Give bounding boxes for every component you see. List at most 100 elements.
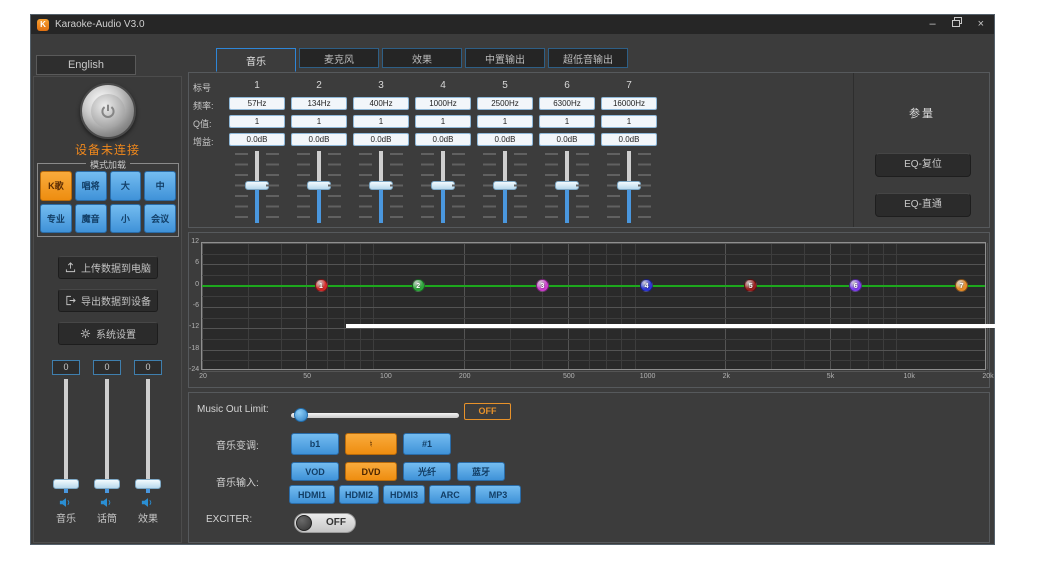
music-out-limit-state-button[interactable]: OFF bbox=[464, 403, 511, 420]
eq-gain-slider-7[interactable] bbox=[607, 151, 651, 223]
eq-gain-slider-6[interactable] bbox=[545, 151, 589, 223]
slider-handle[interactable] bbox=[431, 181, 455, 190]
pitch-button-b1[interactable]: b1 bbox=[291, 433, 339, 455]
eq-point-6[interactable]: 6 bbox=[849, 279, 862, 292]
gain-input-5[interactable]: 0.0dB bbox=[477, 133, 533, 146]
gain-input-6[interactable]: 0.0dB bbox=[539, 133, 595, 146]
input-button-mp3[interactable]: MP3 bbox=[475, 485, 521, 504]
input-button-arc[interactable]: ARC bbox=[429, 485, 471, 504]
slider-handle[interactable] bbox=[555, 181, 579, 190]
device-power-knob[interactable] bbox=[80, 83, 136, 139]
pitch-button-1[interactable]: #1 bbox=[403, 433, 451, 455]
maximize-icon[interactable] bbox=[952, 15, 962, 34]
language-button[interactable]: English bbox=[36, 55, 136, 75]
gain-input-1[interactable]: 0.0dB bbox=[229, 133, 285, 146]
pitch-label: 音乐变调: bbox=[216, 437, 259, 452]
freq-input-4[interactable]: 1000Hz bbox=[415, 97, 471, 110]
eq-bypass-button[interactable]: EQ-直通 bbox=[875, 193, 971, 217]
tab-4[interactable]: 中置输出 bbox=[465, 48, 545, 68]
q-input-7[interactable]: 1 bbox=[601, 115, 657, 128]
freq-input-2[interactable]: 134Hz bbox=[291, 97, 347, 110]
mode-button-1[interactable]: K歌 bbox=[40, 171, 72, 201]
input-button-hdmi2[interactable]: HDMI2 bbox=[339, 485, 379, 504]
music-input-label: 音乐输入: bbox=[216, 474, 259, 489]
input-button-dvd[interactable]: DVD bbox=[345, 462, 397, 481]
eq-gain-slider-5[interactable] bbox=[483, 151, 527, 223]
input-button-hdmi3[interactable]: HDMI3 bbox=[383, 485, 425, 504]
upload-to-pc-button[interactable]: 上传数据到电脑 bbox=[58, 256, 158, 279]
y-axis-label: -12 bbox=[189, 323, 199, 330]
fader-handle-1[interactable] bbox=[53, 479, 79, 489]
close-button[interactable]: × bbox=[978, 15, 984, 34]
freq-input-3[interactable]: 400Hz bbox=[353, 97, 409, 110]
fader-handle-2[interactable] bbox=[94, 479, 120, 489]
input-button-hdmi1[interactable]: HDMI1 bbox=[289, 485, 335, 504]
mode-button-2[interactable]: 唱将 bbox=[75, 171, 107, 201]
channel-index: 4 bbox=[415, 80, 471, 91]
mode-button-8[interactable]: 会议 bbox=[144, 204, 176, 234]
fader-value-2[interactable]: 0 bbox=[93, 360, 121, 375]
eq-point-3[interactable]: 3 bbox=[536, 279, 549, 292]
gridline bbox=[987, 243, 988, 369]
input-button-[interactable]: 蓝牙 bbox=[457, 462, 505, 481]
slider-handle[interactable] bbox=[369, 181, 393, 190]
q-input-1[interactable]: 1 bbox=[229, 115, 285, 128]
eq-gain-slider-1[interactable] bbox=[235, 151, 279, 223]
freq-input-6[interactable]: 6300Hz bbox=[539, 97, 595, 110]
exciter-toggle[interactable]: OFF bbox=[294, 513, 356, 533]
mode-button-5[interactable]: 专业 bbox=[40, 204, 72, 234]
mode-button-6[interactable]: 魔音 bbox=[75, 204, 107, 234]
eq-point-4[interactable]: 4 bbox=[640, 279, 653, 292]
gain-input-3[interactable]: 0.0dB bbox=[353, 133, 409, 146]
input-button-[interactable]: 光纤 bbox=[403, 462, 451, 481]
speaker-icon-3[interactable] bbox=[141, 495, 155, 506]
fader-value-1[interactable]: 0 bbox=[52, 360, 80, 375]
tab-1[interactable]: 音乐 bbox=[216, 48, 296, 72]
eq-gain-slider-3[interactable] bbox=[359, 151, 403, 223]
tab-3[interactable]: 效果 bbox=[382, 48, 462, 68]
q-input-2[interactable]: 1 bbox=[291, 115, 347, 128]
gain-input-2[interactable]: 0.0dB bbox=[291, 133, 347, 146]
x-axis-label: 20 bbox=[193, 373, 213, 380]
minimize-button[interactable]: – bbox=[929, 15, 935, 34]
fader-value-3[interactable]: 0 bbox=[134, 360, 162, 375]
mode-button-4[interactable]: 中 bbox=[144, 171, 176, 201]
slider-handle[interactable] bbox=[617, 181, 641, 190]
gain-input-7[interactable]: 0.0dB bbox=[601, 133, 657, 146]
eq-point-2[interactable]: 2 bbox=[412, 279, 425, 292]
speaker-icon-1[interactable] bbox=[59, 495, 73, 506]
gain-input-4[interactable]: 0.0dB bbox=[415, 133, 471, 146]
eq-point-7[interactable]: 7 bbox=[955, 279, 968, 292]
freq-input-5[interactable]: 2500Hz bbox=[477, 97, 533, 110]
export-to-device-button[interactable]: 导出数据到设备 bbox=[58, 289, 158, 312]
freq-input-7[interactable]: 16000Hz bbox=[601, 97, 657, 110]
fader-label-1: 音乐 bbox=[46, 510, 86, 525]
q-input-5[interactable]: 1 bbox=[477, 115, 533, 128]
mode-load-group: 模式加载 K歌唱将大中专业魔音小会议 bbox=[37, 163, 179, 237]
slider-handle[interactable] bbox=[307, 181, 331, 190]
music-out-limit-slider[interactable] bbox=[291, 408, 459, 422]
input-button-vod[interactable]: VOD bbox=[291, 462, 339, 481]
eq-point-1[interactable]: 1 bbox=[315, 279, 328, 292]
eq-reset-button[interactable]: EQ-复位 bbox=[875, 153, 971, 177]
tab-5[interactable]: 超低音输出 bbox=[548, 48, 628, 68]
q-input-4[interactable]: 1 bbox=[415, 115, 471, 128]
speaker-icon-2[interactable] bbox=[100, 495, 114, 506]
slider-handle[interactable] bbox=[294, 408, 308, 422]
slider-handle[interactable] bbox=[493, 181, 517, 190]
mode-button-3[interactable]: 大 bbox=[110, 171, 142, 201]
eq-gain-slider-2[interactable] bbox=[297, 151, 341, 223]
eq-gain-slider-4[interactable] bbox=[421, 151, 465, 223]
channel-index: 6 bbox=[539, 80, 595, 91]
q-input-6[interactable]: 1 bbox=[539, 115, 595, 128]
fader-handle-3[interactable] bbox=[135, 479, 161, 489]
mode-button-7[interactable]: 小 bbox=[110, 204, 142, 234]
q-input-3[interactable]: 1 bbox=[353, 115, 409, 128]
tab-2[interactable]: 麦克风 bbox=[299, 48, 379, 68]
freq-input-1[interactable]: 57Hz bbox=[229, 97, 285, 110]
slider-handle[interactable] bbox=[245, 181, 269, 190]
export-icon bbox=[65, 295, 76, 306]
system-settings-button[interactable]: 系统设置 bbox=[58, 322, 158, 345]
pitch-button-[interactable]: ♮ bbox=[345, 433, 397, 455]
eq-point-5[interactable]: 5 bbox=[744, 279, 757, 292]
